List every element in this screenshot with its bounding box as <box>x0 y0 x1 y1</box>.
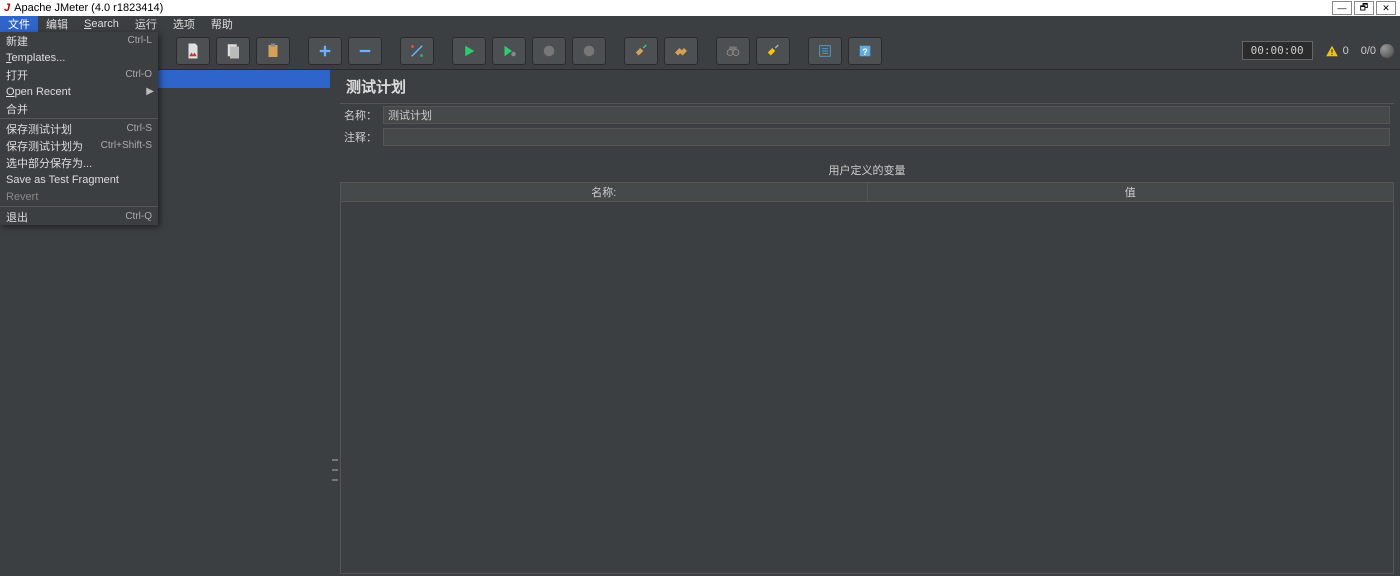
status-lamp-icon <box>1380 44 1394 58</box>
menu-edit[interactable]: 编辑 <box>38 16 76 32</box>
window-controls: — 🗗 ✕ <box>1332 1 1396 15</box>
user-vars-col-value: 值 <box>868 183 1394 201</box>
menu-separator <box>0 118 158 119</box>
menu-run[interactable]: 运行 <box>127 16 165 32</box>
wand-icon <box>408 42 426 60</box>
list-icon <box>816 42 834 60</box>
broom-yellow-icon <box>764 42 782 60</box>
start-no-pause-toolbar-button[interactable] <box>492 37 526 65</box>
plus-icon <box>316 42 334 60</box>
file-menu-dropdown: 新建Ctrl-L Templates... 打开Ctrl-O Open Rece… <box>0 32 158 225</box>
menu-help[interactable]: 帮助 <box>203 16 241 32</box>
file-menu-save[interactable]: 保存测试计划Ctrl-S <box>0 120 158 137</box>
remove-toolbar-button[interactable] <box>348 37 382 65</box>
name-label: 名称： <box>344 107 377 123</box>
shutdown-toolbar-button[interactable] <box>572 37 606 65</box>
file-menu-save-selection-as[interactable]: 选中部分保存为... <box>0 154 158 171</box>
binoculars-icon <box>724 42 742 60</box>
templates-toolbar-button[interactable] <box>216 37 250 65</box>
help-toolbar-button[interactable]: ? <box>848 37 882 65</box>
file-menu-save-as-test-fragment[interactable]: Save as Test Fragment <box>0 171 158 188</box>
main-panel: 测试计划 名称： 注释： 用户定义的变量 名称: 值 <box>340 70 1394 574</box>
play-dot-icon <box>500 42 518 60</box>
stop-toolbar-button[interactable] <box>532 37 566 65</box>
search-toolbar-button[interactable] <box>716 37 750 65</box>
close-button[interactable]: ✕ <box>1376 1 1396 15</box>
chevron-right-icon: ▶ <box>146 86 154 97</box>
menu-file[interactable]: 文件 <box>0 16 38 32</box>
help-icon: ? <box>856 42 874 60</box>
file-menu-open[interactable]: 打开Ctrl-O <box>0 66 158 83</box>
minimize-button[interactable]: — <box>1332 1 1352 15</box>
file-menu-exit[interactable]: 退出Ctrl-Q <box>0 208 158 225</box>
add-toolbar-button[interactable] <box>308 37 342 65</box>
user-vars-section-title: 用户定义的变量 <box>340 158 1394 182</box>
clear-all-toolbar-button[interactable] <box>664 37 698 65</box>
templates-icon <box>224 42 242 60</box>
user-vars-table-header: 名称: 值 <box>340 182 1394 202</box>
name-input[interactable] <box>383 106 1390 124</box>
user-vars-col-name: 名称: <box>341 183 868 201</box>
user-vars-table-body[interactable] <box>340 202 1394 574</box>
thread-status: 0/0 <box>1361 44 1394 58</box>
comment-label: 注释： <box>344 129 377 145</box>
clear-toolbar-button[interactable] <box>624 37 658 65</box>
function-helper-toolbar-button[interactable] <box>808 37 842 65</box>
menu-search[interactable]: Search <box>76 16 127 32</box>
start-toolbar-button[interactable] <box>452 37 486 65</box>
file-menu-merge[interactable]: 合并 <box>0 100 158 117</box>
splitter-handle[interactable] <box>332 455 338 485</box>
file-menu-new[interactable]: 新建Ctrl-L <box>0 32 158 49</box>
maximize-button[interactable]: 🗗 <box>1354 1 1374 15</box>
stop-icon <box>540 42 558 60</box>
comment-input[interactable] <box>383 128 1390 146</box>
toolbar: ? 00:00:00 0 0/0 <box>158 32 1400 70</box>
file-menu-templates[interactable]: Templates... <box>0 49 158 66</box>
warning-icon <box>1325 44 1339 58</box>
elapsed-timer: 00:00:00 <box>1242 41 1313 60</box>
app-icon: J <box>4 2 10 14</box>
shutdown-icon <box>580 42 598 60</box>
menubar: 文件 编辑 Search 运行 选项 帮助 <box>0 16 1400 32</box>
clipboard-icon <box>264 42 282 60</box>
window-title: Apache JMeter (4.0 r1823414) <box>14 2 1332 14</box>
open-toolbar-button[interactable] <box>256 37 290 65</box>
reset-search-toolbar-button[interactable] <box>756 37 790 65</box>
new-file-toolbar-button[interactable] <box>176 37 210 65</box>
toggle-toolbar-button[interactable] <box>400 37 434 65</box>
broom-all-icon <box>672 42 690 60</box>
window-titlebar: J Apache JMeter (4.0 r1823414) — 🗗 ✕ <box>0 0 1400 16</box>
panel-title: 测试计划 <box>340 70 1394 104</box>
file-icon <box>184 42 202 60</box>
minus-icon <box>356 42 374 60</box>
file-menu-open-recent[interactable]: Open Recent▶ <box>0 83 158 100</box>
svg-text:?: ? <box>862 46 868 56</box>
warning-status: 0 <box>1325 44 1349 58</box>
file-menu-revert[interactable]: Revert <box>0 188 158 205</box>
menu-options[interactable]: 选项 <box>165 16 203 32</box>
play-icon <box>460 42 478 60</box>
broom-icon <box>632 42 650 60</box>
menu-separator <box>0 206 158 207</box>
file-menu-save-as[interactable]: 保存测试计划为Ctrl+Shift-S <box>0 137 158 154</box>
